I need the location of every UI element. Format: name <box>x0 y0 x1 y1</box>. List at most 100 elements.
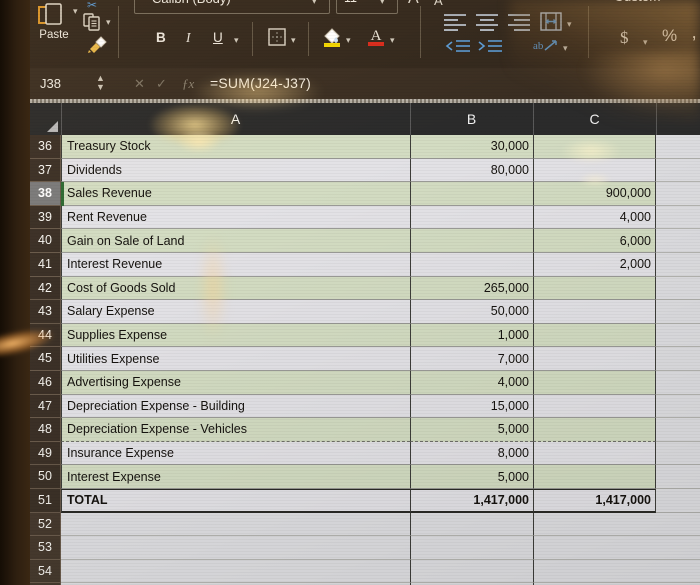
row-header-42[interactable]: 42 <box>30 276 61 301</box>
row-header-44[interactable]: 44 <box>30 323 61 348</box>
grow-font-icon[interactable]: A <box>408 0 419 8</box>
row-header-53[interactable]: 53 <box>30 536 61 560</box>
cell-b42[interactable]: 265,000 <box>410 276 533 301</box>
cell-d50[interactable] <box>656 465 700 489</box>
cell-b50[interactable]: 5,000 <box>410 465 533 489</box>
cell-d36[interactable] <box>656 135 700 159</box>
font-color-icon[interactable]: A <box>366 25 386 53</box>
cell-b37[interactable]: 80,000 <box>410 158 533 183</box>
font-size-chevron-down-icon[interactable]: ▾ <box>380 0 385 7</box>
cell-b51[interactable]: 1,417,000 <box>410 489 533 513</box>
cell-c44[interactable] <box>533 323 656 348</box>
cell-c39[interactable]: 4,000 <box>533 205 656 230</box>
row-header-50[interactable]: 50 <box>30 465 61 489</box>
cell-d51[interactable] <box>656 489 700 513</box>
row-header-41[interactable]: 41 <box>30 253 61 277</box>
cell-c52[interactable] <box>533 512 656 537</box>
cell-c38[interactable]: 900,000 <box>533 182 656 206</box>
borders-chevron-down-icon[interactable]: ▾ <box>291 35 296 46</box>
cell-b54[interactable] <box>410 559 533 584</box>
cell-b48[interactable]: 5,000 <box>410 418 533 442</box>
cell-d40[interactable] <box>656 229 700 253</box>
cell-c48[interactable] <box>533 418 656 442</box>
italic-button[interactable]: I <box>186 30 191 46</box>
cell-d38[interactable] <box>656 182 700 206</box>
cell-d46[interactable] <box>656 371 700 395</box>
number-format-value[interactable]: Custom <box>614 0 661 4</box>
cell-a37[interactable]: Dividends <box>61 158 410 183</box>
cell-c49[interactable] <box>533 441 656 466</box>
cell-b38[interactable] <box>410 182 533 206</box>
cell-b53[interactable] <box>410 536 533 560</box>
cell-d54[interactable] <box>656 559 700 584</box>
paste-label[interactable]: Paste <box>32 29 76 41</box>
borders-icon[interactable] <box>268 28 286 51</box>
cell-c50[interactable] <box>533 465 656 489</box>
bold-button[interactable]: B <box>156 30 166 45</box>
cell-a47[interactable]: Depreciation Expense - Building <box>61 394 410 419</box>
wrap-text-chevron-down-icon[interactable]: ▾ <box>567 19 572 30</box>
cell-c45[interactable] <box>533 347 656 371</box>
cell-a48[interactable]: Depreciation Expense - Vehicles <box>61 418 410 442</box>
cell-a51[interactable]: TOTAL <box>61 489 410 513</box>
cell-a39[interactable]: Rent Revenue <box>61 205 410 230</box>
format-painter-icon[interactable] <box>87 33 109 58</box>
fill-color-icon[interactable] <box>322 26 342 53</box>
wrap-text-icon[interactable] <box>540 12 562 37</box>
row-header-37[interactable]: 37 <box>30 158 61 183</box>
row-header-45[interactable]: 45 <box>30 347 61 371</box>
cell-d41[interactable] <box>656 253 700 277</box>
font-name-value[interactable]: Calibri (Body) <box>152 0 231 6</box>
fill-color-chevron-down-icon[interactable]: ▾ <box>346 35 351 46</box>
cell-b41[interactable] <box>410 253 533 277</box>
row-header-36[interactable]: 36 <box>30 135 61 159</box>
cell-c47[interactable] <box>533 394 656 419</box>
row-header-52[interactable]: 52 <box>30 512 61 537</box>
cell-a43[interactable]: Salary Expense <box>61 300 410 324</box>
formula-input[interactable]: =SUM(J24-J37) <box>210 75 311 91</box>
cell-d43[interactable] <box>656 300 700 324</box>
cell-a49[interactable]: Insurance Expense <box>61 441 410 466</box>
cell-a41[interactable]: Interest Revenue <box>61 253 410 277</box>
cell-a46[interactable]: Advertising Expense <box>61 371 410 395</box>
cell-a36[interactable]: Treasury Stock <box>61 135 410 159</box>
cell-c43[interactable] <box>533 300 656 324</box>
paste-icon[interactable] <box>34 2 68 28</box>
cell-c41[interactable]: 2,000 <box>533 253 656 277</box>
accounting-chevron-down-icon[interactable]: ▾ <box>643 37 648 48</box>
row-header-48[interactable]: 48 <box>30 418 61 442</box>
cell-b39[interactable] <box>410 205 533 230</box>
column-header-c[interactable]: C <box>533 103 657 135</box>
merge-rotate-icon[interactable] <box>522 0 540 9</box>
orientation-chevron-down-icon[interactable]: ▾ <box>563 43 568 54</box>
font-size-value[interactable]: 11 <box>344 0 357 5</box>
cell-b40[interactable] <box>410 229 533 253</box>
row-header-43[interactable]: 43 <box>30 300 61 324</box>
cell-c51[interactable]: 1,417,000 <box>533 489 656 513</box>
name-box-spinner[interactable]: ▲ ▼ <box>96 74 105 92</box>
cancel-icon[interactable]: ✕ <box>134 76 145 92</box>
row-header-38[interactable]: 38 <box>30 182 61 206</box>
font-color-chevron-down-icon[interactable]: ▾ <box>390 35 395 46</box>
cell-d47[interactable] <box>656 394 700 419</box>
cell-c40[interactable]: 6,000 <box>533 229 656 253</box>
cell-a53[interactable] <box>61 536 410 560</box>
cell-a42[interactable]: Cost of Goods Sold <box>61 276 410 301</box>
cell-b52[interactable] <box>410 512 533 537</box>
row-header-49[interactable]: 49 <box>30 441 61 466</box>
cell-a52[interactable] <box>61 512 410 537</box>
cell-b49[interactable]: 8,000 <box>410 441 533 466</box>
accounting-format-button[interactable]: $ <box>620 28 629 48</box>
column-header-b[interactable]: B <box>410 103 534 135</box>
paste-chevron-down-icon[interactable]: ▾ <box>73 6 78 17</box>
cell-d37[interactable] <box>656 158 700 183</box>
cell-b47[interactable]: 15,000 <box>410 394 533 419</box>
cell-a38[interactable]: Sales Revenue <box>61 182 410 206</box>
row-header-47[interactable]: 47 <box>30 394 61 419</box>
cell-a45[interactable]: Utilities Expense <box>61 347 410 371</box>
scissors-icon[interactable]: ✂ <box>87 0 97 12</box>
cell-c36[interactable] <box>533 135 656 159</box>
cell-d49[interactable] <box>656 441 700 466</box>
cell-c46[interactable] <box>533 371 656 395</box>
cell-d53[interactable] <box>656 536 700 560</box>
